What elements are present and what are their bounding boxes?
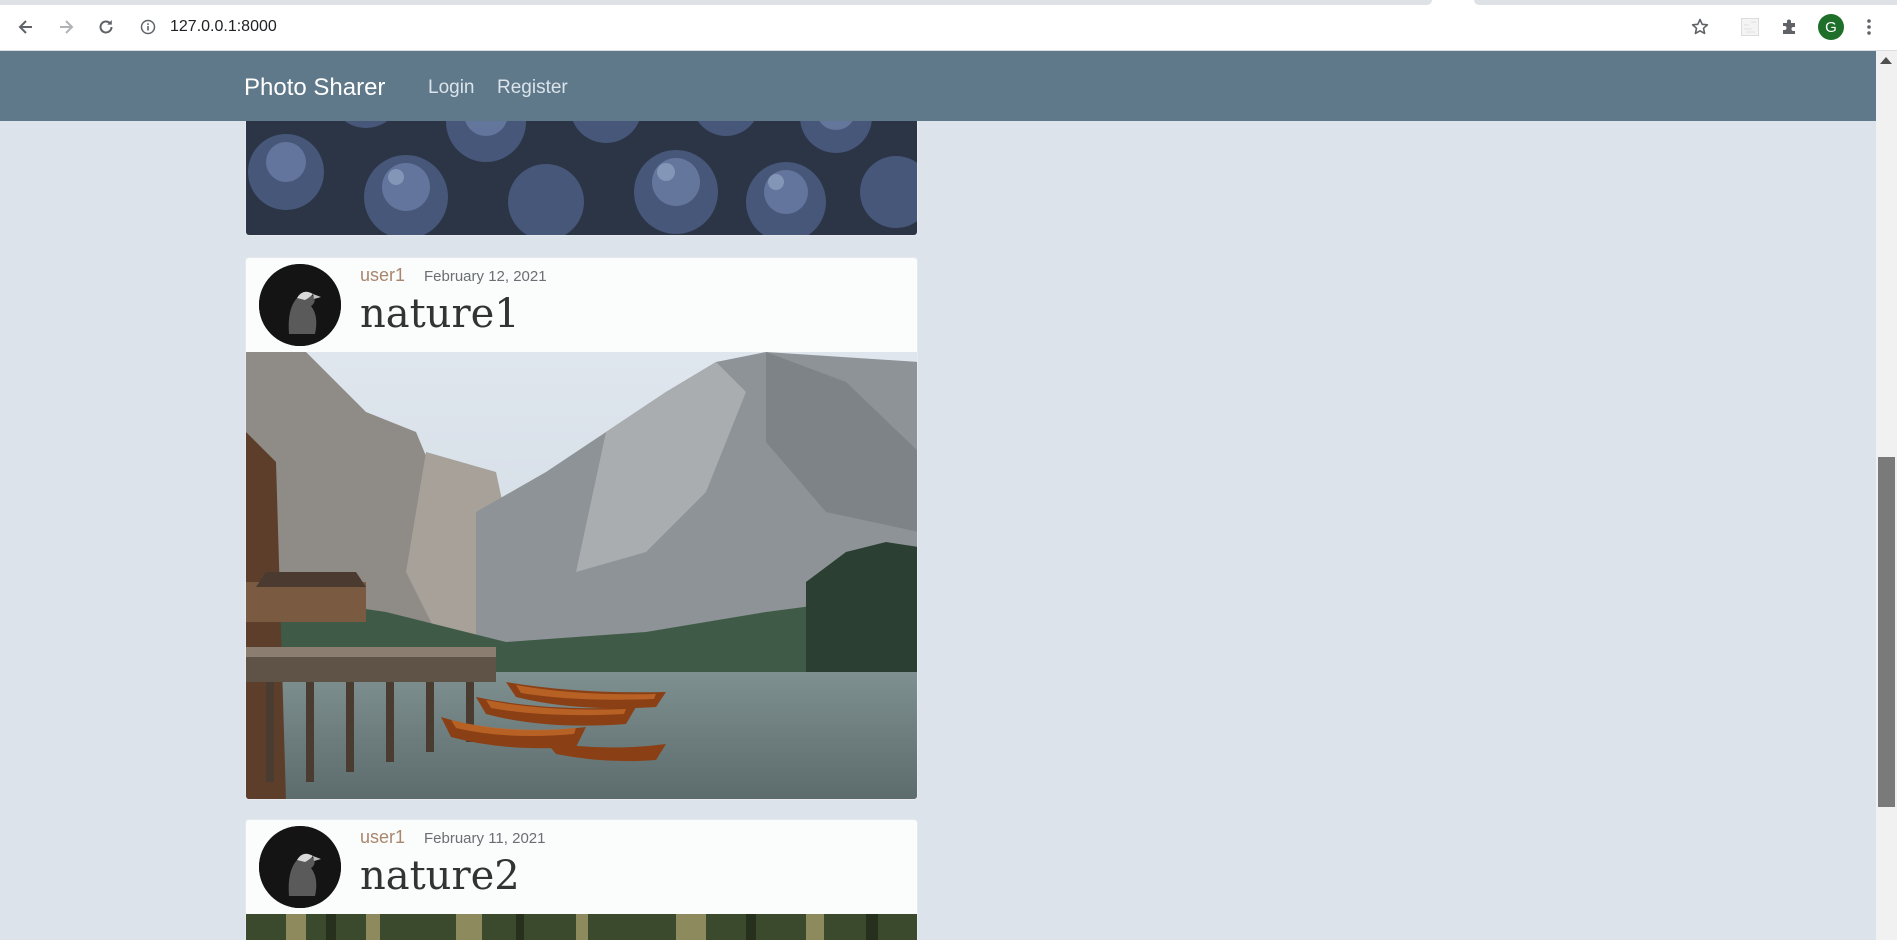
forward-button[interactable] xyxy=(51,12,81,42)
post-image[interactable] xyxy=(246,914,918,940)
avatar: G xyxy=(1818,14,1844,40)
info-icon xyxy=(140,19,156,35)
extension-button[interactable] xyxy=(1735,12,1765,42)
scroll-up-arrow-icon[interactable] xyxy=(1880,57,1892,64)
kebab-menu-icon xyxy=(1867,19,1871,35)
page-viewport: Photo Sharer Login Register user1 Februa… xyxy=(0,51,1876,940)
chrome-menu-button[interactable] xyxy=(1856,12,1882,42)
post-author-link[interactable]: user1 xyxy=(360,827,405,848)
reload-icon xyxy=(99,20,113,34)
avatar[interactable] xyxy=(259,264,341,346)
site-brand-link[interactable]: Photo Sharer xyxy=(244,74,385,102)
bookmark-button[interactable] xyxy=(1685,12,1715,42)
star-icon xyxy=(1691,18,1709,35)
back-button[interactable] xyxy=(11,12,41,42)
forward-arrow-icon xyxy=(60,20,74,34)
reload-button[interactable] xyxy=(91,12,121,42)
extensions-menu-button[interactable] xyxy=(1775,12,1805,42)
avatar[interactable] xyxy=(259,826,341,908)
scrollbar-thumb[interactable] xyxy=(1878,457,1895,807)
puzzle-icon xyxy=(1783,19,1795,34)
tab-strip xyxy=(0,0,1432,5)
profile-button[interactable]: G xyxy=(1816,12,1846,42)
address-bar[interactable]: 127.0.0.1:8000 xyxy=(140,12,277,42)
eagle-icon xyxy=(259,264,341,346)
eagle-icon xyxy=(259,826,341,908)
post-author-link[interactable]: user1 xyxy=(360,265,405,286)
login-link[interactable]: Login xyxy=(428,77,475,99)
post-card: user1 February 12, 2021 nature1 xyxy=(245,257,918,800)
post-header: user1 February 11, 2021 nature2 xyxy=(246,820,917,914)
post-date: February 12, 2021 xyxy=(424,268,547,285)
post-header: user1 February 12, 2021 nature1 xyxy=(246,258,917,352)
url-text[interactable]: 127.0.0.1:8000 xyxy=(170,18,277,36)
vertical-scrollbar[interactable] xyxy=(1876,51,1897,940)
tab-strip xyxy=(1474,0,1897,5)
browser-toolbar: 127.0.0.1:8000 G xyxy=(0,0,1897,51)
site-navbar: Photo Sharer Login Register xyxy=(0,51,1876,121)
post-image[interactable] xyxy=(246,352,918,800)
back-arrow-icon xyxy=(18,20,32,34)
post-title[interactable]: nature2 xyxy=(360,853,520,899)
post-date: February 11, 2021 xyxy=(424,830,546,847)
post-title[interactable]: nature1 xyxy=(360,291,520,337)
extension-placeholder-icon xyxy=(1741,18,1759,36)
register-link[interactable]: Register xyxy=(497,77,568,99)
post-card: user1 February 11, 2021 nature2 xyxy=(245,819,918,940)
